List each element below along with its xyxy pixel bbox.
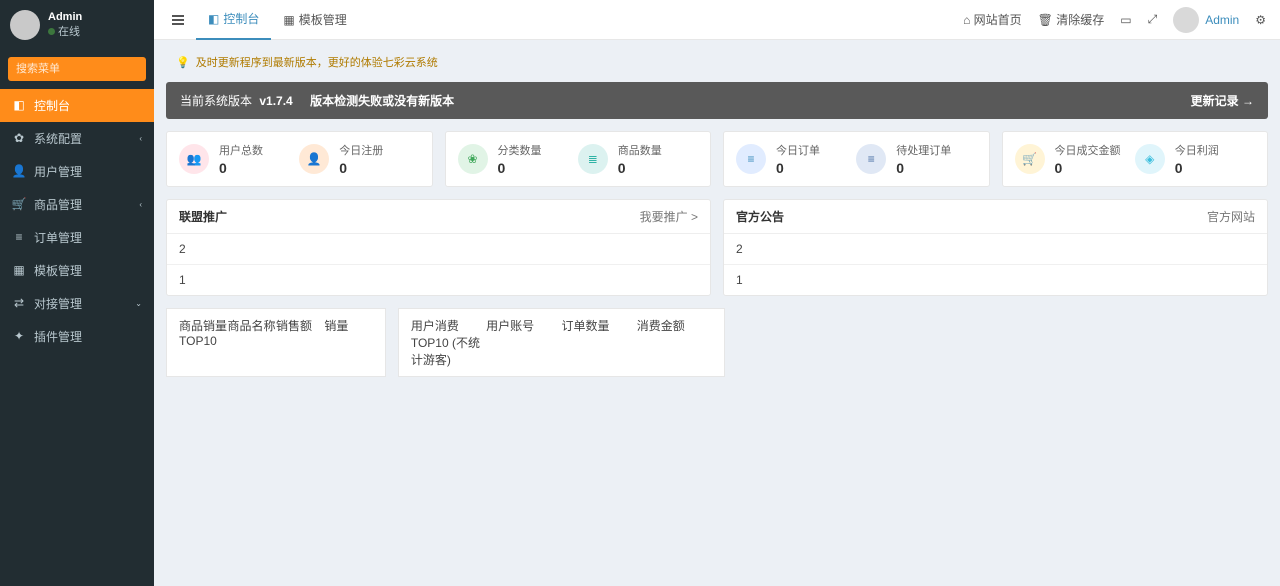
topbar-tabs: ◧ 控制台 ▦ 模板管理 — [196, 0, 359, 40]
users-icon: 👥 — [179, 144, 209, 174]
stat-card: ≡ 今日订单0 ≡ 待处理订单0 — [723, 131, 990, 187]
sidebar-menu: ◧ 控制台 ✿ 系统配置 ‹ 👤 用户管理 🛒 商品管理 ‹ ≡ 订单管理 ▦ … — [0, 89, 154, 353]
diamond-icon: ◈ — [1135, 144, 1165, 174]
alert-text: 及时更新程序到最新版本，更好的体验七彩云系统 — [196, 54, 438, 70]
hamburger-icon — [172, 15, 184, 25]
status-dot-icon — [48, 28, 55, 35]
tab-dashboard[interactable]: ◧ 控制台 — [196, 0, 271, 40]
fullscreen-button[interactable]: ⤢ — [1140, 0, 1166, 40]
user-plus-icon: 👤 — [299, 144, 329, 174]
search-input[interactable] — [8, 57, 146, 81]
template-icon: ▦ — [283, 13, 294, 27]
panels-row: 联盟推广 我要推广 > 2 1 官方公告 官方网站 2 1 — [166, 199, 1268, 296]
hamburger-button[interactable] — [160, 0, 196, 40]
main: ◧ 控制台 ▦ 模板管理 ⌂ 网站首页 🗑 清除缓存 ▭ ⤢ Admin ⚙ — [154, 0, 1280, 586]
update-alert: 💡 及时更新程序到最新版本，更好的体验七彩云系统 — [166, 48, 1268, 76]
dashboard-icon: ◧ — [12, 98, 26, 112]
version-status: 版本检测失败或没有新版本 — [310, 94, 454, 108]
th: 用户账号 — [486, 317, 561, 368]
sidebar-user-name: Admin — [48, 10, 82, 25]
topbar-user-name: Admin — [1205, 13, 1239, 27]
connect-icon: ⇄ — [12, 296, 26, 310]
panel-title: 官方公告 — [736, 208, 784, 225]
topbar: ◧ 控制台 ▦ 模板管理 ⌂ 网站首页 🗑 清除缓存 ▭ ⤢ Admin ⚙ — [154, 0, 1280, 40]
plugin-icon: ✦ — [12, 329, 26, 343]
content: 💡 及时更新程序到最新版本，更好的体验七彩云系统 当前系统版本 v1.7.4 版… — [154, 40, 1280, 586]
panel-action-link[interactable]: 我要推广 > — [640, 208, 698, 225]
topbar-user-chip[interactable]: Admin — [1165, 7, 1247, 33]
list-item[interactable]: 2 — [167, 234, 710, 265]
tables-row: 商品销量TOP10 商品名称 销售额 销量 用户消费TOP10 (不统计游客) … — [166, 308, 1268, 377]
update-history-link[interactable]: 更新记录 → — [1191, 92, 1254, 109]
pending-icon: ≡ — [856, 144, 886, 174]
list-item[interactable]: 1 — [724, 265, 1267, 295]
version-prefix: 当前系统版本 — [180, 94, 252, 108]
sidebar-item-plugins[interactable]: ✦ 插件管理 — [0, 320, 154, 353]
cart-icon: 🛒 — [12, 197, 26, 211]
th: 销售额 — [276, 317, 324, 368]
bulb-icon: 💡 — [176, 56, 190, 69]
trash-icon: 🗑 — [1038, 13, 1053, 27]
sidebar-item-dashboard[interactable]: ◧ 控制台 — [0, 89, 154, 122]
version-number: v1.7.4 — [259, 94, 292, 108]
sidebar-item-integration[interactable]: ⇄ 对接管理 ⌄ — [0, 287, 154, 320]
stat-card: 👥 用户总数0 👤 今日注册0 — [166, 131, 433, 187]
avatar — [10, 10, 40, 40]
leaf-icon: ❀ — [458, 144, 488, 174]
stat-card: 🛒 今日成交金额0 ◈ 今日利润0 — [1002, 131, 1269, 187]
sidebar-search[interactable] — [8, 57, 146, 81]
th: 商品名称 — [227, 317, 275, 368]
list-item[interactable]: 2 — [724, 234, 1267, 265]
dashboard-icon: ◧ — [208, 12, 219, 26]
topbar-icon-1[interactable]: ▭ — [1112, 0, 1139, 40]
panel-action-link[interactable]: 官方网站 — [1207, 208, 1255, 225]
list-icon: ≣ — [578, 144, 608, 174]
template-icon: ▦ — [12, 263, 26, 277]
sidebar: Admin 在线 ◧ 控制台 ✿ 系统配置 ‹ 👤 用户管理 🛒 — [0, 0, 154, 586]
panel-promo: 联盟推广 我要推广 > 2 1 — [166, 199, 711, 296]
panel-notice: 官方公告 官方网站 2 1 — [723, 199, 1268, 296]
sidebar-item-system[interactable]: ✿ 系统配置 ‹ — [0, 122, 154, 155]
sidebar-user-panel: Admin 在线 — [0, 0, 154, 51]
th: 消费金额 — [637, 317, 712, 368]
avatar — [1173, 7, 1199, 33]
site-home-link[interactable]: ⌂ 网站首页 — [955, 0, 1030, 40]
list-icon: ≡ — [12, 230, 26, 244]
sidebar-item-orders[interactable]: ≡ 订单管理 — [0, 221, 154, 254]
topbar-right: ⌂ 网站首页 🗑 清除缓存 ▭ ⤢ Admin ⚙ — [955, 0, 1274, 40]
order-icon: ≡ — [736, 144, 766, 174]
user-icon: 👤 — [12, 164, 26, 178]
stat-card: ❀ 分类数量0 ≣ 商品数量0 — [445, 131, 712, 187]
table-consume-header: 用户消费TOP10 (不统计游客) 用户账号 订单数量 消费金额 — [398, 308, 725, 377]
cart-icon: 🛒 — [1015, 144, 1045, 174]
sidebar-item-users[interactable]: 👤 用户管理 — [0, 155, 154, 188]
th: 订单数量 — [561, 317, 636, 368]
table-sales-header: 商品销量TOP10 商品名称 销售额 销量 — [166, 308, 386, 377]
sidebar-item-templates[interactable]: ▦ 模板管理 — [0, 254, 154, 287]
list-item[interactable]: 1 — [167, 265, 710, 295]
settings-button[interactable]: ⚙ — [1247, 0, 1274, 40]
sidebar-user-status: 在线 — [48, 25, 82, 40]
th: 商品销量TOP10 — [179, 317, 227, 368]
version-bar: 当前系统版本 v1.7.4 版本检测失败或没有新版本 更新记录 → — [166, 82, 1268, 119]
th: 用户消费TOP10 (不统计游客) — [411, 317, 486, 368]
home-icon: ⌂ — [963, 13, 970, 27]
tab-templates[interactable]: ▦ 模板管理 — [271, 0, 358, 40]
panel-title: 联盟推广 — [179, 208, 227, 225]
clear-cache-link[interactable]: 🗑 清除缓存 — [1030, 0, 1113, 40]
stats-row: 👥 用户总数0 👤 今日注册0 ❀ 分类数量0 ≣ 商品数量0 — [166, 131, 1268, 187]
th: 销量 — [324, 317, 372, 368]
gear-icon: ✿ — [12, 131, 26, 145]
sidebar-item-products[interactable]: 🛒 商品管理 ‹ — [0, 188, 154, 221]
